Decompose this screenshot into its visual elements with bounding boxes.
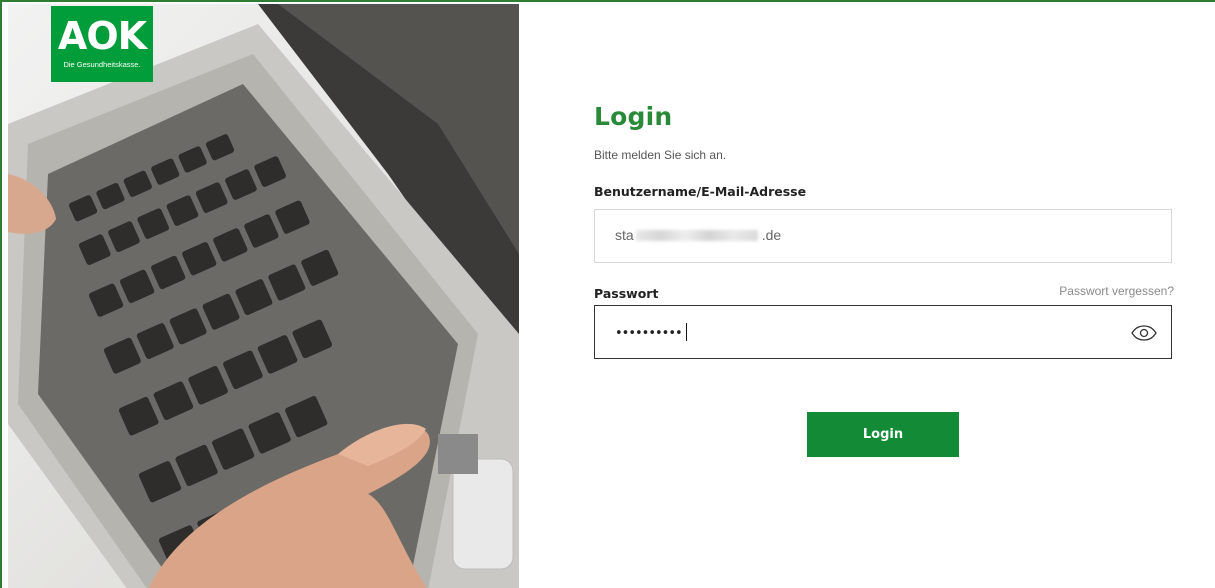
login-page: AOK Die Gesundheitskasse. Login Bitte me… xyxy=(0,0,1215,588)
username-prefix: sta xyxy=(615,227,634,243)
password-masked-dots: •••••••••• xyxy=(615,326,683,341)
forgot-password-link[interactable]: Passwort vergessen? xyxy=(1059,284,1174,298)
login-form: Login Bitte melden Sie sich an. Benutzer… xyxy=(594,102,1174,457)
eye-icon[interactable] xyxy=(1131,325,1157,341)
text-caret xyxy=(685,323,687,341)
username-suffix: .de xyxy=(761,227,782,243)
login-button[interactable]: Login xyxy=(807,412,959,457)
logo-tagline: Die Gesundheitskasse. xyxy=(63,60,141,69)
redacted-blur xyxy=(635,230,758,241)
username-input[interactable]: sta .de xyxy=(594,209,1172,263)
password-label-row: Passwort Passwort vergessen? xyxy=(594,283,1174,301)
aok-logo: AOK Die Gesundheitskasse. xyxy=(51,6,153,82)
page-title: Login xyxy=(594,102,673,131)
password-label: Passwort xyxy=(594,286,659,301)
logo-wordmark: AOK xyxy=(57,14,147,58)
username-label: Benutzername/E-Mail-Adresse xyxy=(594,184,807,199)
laptop-keyboard-illustration xyxy=(8,4,519,588)
login-subtitle: Bitte melden Sie sich an. xyxy=(594,148,727,162)
password-value: •••••••••• xyxy=(615,323,687,341)
username-value: sta .de xyxy=(615,227,781,243)
hero-image-laptop-keyboard: AOK Die Gesundheitskasse. xyxy=(8,4,519,588)
password-input[interactable]: •••••••••• xyxy=(594,305,1172,359)
